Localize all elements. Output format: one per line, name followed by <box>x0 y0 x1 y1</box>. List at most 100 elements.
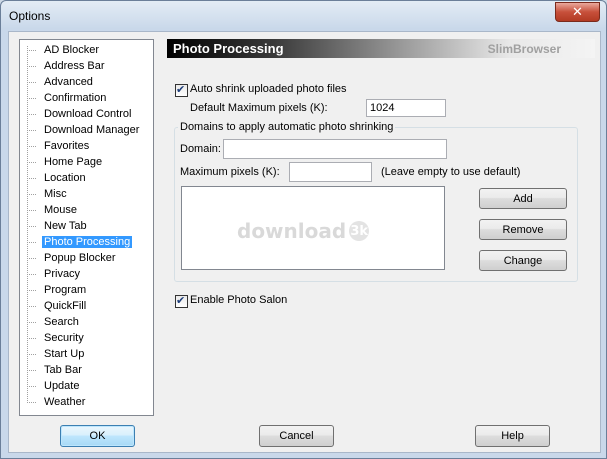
tree-item-download-control[interactable]: Download Control <box>27 106 131 122</box>
tree-connector-line <box>27 306 36 307</box>
auto-shrink-label[interactable]: Auto shrink uploaded photo files <box>190 83 347 95</box>
tree-item-label: Search <box>44 316 79 328</box>
max-pixels-input[interactable] <box>289 162 372 182</box>
tree-item-tab-bar[interactable]: Tab Bar <box>27 362 82 378</box>
tree-connector-line <box>27 210 36 211</box>
tree-item-label: Tab Bar <box>44 364 82 376</box>
tree-item-quickfill[interactable]: QuickFill <box>27 298 86 314</box>
tree-item-weather[interactable]: Weather <box>27 394 85 410</box>
default-max-pixels-label: Default Maximum pixels (K): <box>190 102 328 114</box>
tree-connector-line <box>27 274 36 275</box>
tree-connector-line <box>27 162 36 163</box>
tree-item-favorites[interactable]: Favorites <box>27 138 89 154</box>
tree-item-privacy[interactable]: Privacy <box>27 266 80 282</box>
enable-photo-salon-label[interactable]: Enable Photo Salon <box>190 294 287 306</box>
tree-connector-line <box>27 66 36 67</box>
tree-connector-line <box>27 386 36 387</box>
max-pixels-label: Maximum pixels (K): <box>180 166 280 178</box>
tree-item-label: Start Up <box>44 348 85 360</box>
tree-item-address-bar[interactable]: Address Bar <box>27 58 105 74</box>
tree-connector-line <box>27 194 36 195</box>
tree-connector-line <box>27 242 36 243</box>
watermark-text: download <box>237 219 347 243</box>
tree-item-mouse[interactable]: Mouse <box>27 202 77 218</box>
tree-item-label: Update <box>44 380 80 392</box>
tree-item-ad-blocker[interactable]: AD Blocker <box>27 42 99 58</box>
tree-connector-line <box>27 370 36 371</box>
tree-item-label: Mouse <box>44 204 78 216</box>
tree-connector-line <box>27 50 36 51</box>
tree-item-update[interactable]: Update <box>27 378 79 394</box>
cancel-button[interactable]: Cancel <box>259 425 334 447</box>
panel-title: Photo Processing <box>173 41 284 56</box>
tree-item-label: AD Blocker <box>44 44 100 56</box>
tree-item-label: New Tab <box>44 220 87 232</box>
title-bar[interactable]: Options ✕ <box>1 1 606 31</box>
tree-item-confirmation[interactable]: Confirmation <box>27 90 106 106</box>
tree-item-start-up[interactable]: Start Up <box>27 346 84 362</box>
max-pixels-hint: (Leave empty to use default) <box>381 166 521 178</box>
tree-connector-line <box>27 130 36 131</box>
tree-connector-line <box>27 114 36 115</box>
tree-item-label: Advanced <box>44 76 93 88</box>
help-button[interactable]: Help <box>475 425 550 447</box>
tree-item-label: Popup Blocker <box>44 252 116 264</box>
tree-item-photo-processing[interactable]: Photo Processing <box>27 234 133 250</box>
close-icon: ✕ <box>572 4 583 20</box>
default-max-pixels-input[interactable]: 1024 <box>366 99 446 117</box>
tree-item-program[interactable]: Program <box>27 282 86 298</box>
tree-item-label: Favorites <box>44 140 90 152</box>
download-watermark: download 3k <box>237 219 370 243</box>
tree-item-label: Download Control <box>44 108 132 120</box>
tree-connector-line <box>27 338 36 339</box>
change-button[interactable]: Change <box>479 250 567 271</box>
tree-item-label: Photo Processing <box>42 236 133 248</box>
checkmark-icon: ✔ <box>176 83 186 96</box>
tree-item-new-tab[interactable]: New Tab <box>27 218 87 234</box>
category-tree[interactable]: AD Blocker Address Bar Advanced Confirmatio… <box>19 39 154 416</box>
tree-item-label: Misc <box>44 188 67 200</box>
tree-item-label: Security <box>44 332 84 344</box>
watermark-badge-icon: 3k <box>349 221 370 241</box>
tree-item-popup-blocker[interactable]: Popup Blocker <box>27 250 116 266</box>
tree-connector-line <box>27 226 36 227</box>
tree-connector-line <box>27 322 36 323</box>
tree-connector-line <box>27 354 36 355</box>
tree-item-label: Address Bar <box>44 60 105 72</box>
tree-item-misc[interactable]: Misc <box>27 186 67 202</box>
tree-connector-line <box>27 98 36 99</box>
tree-item-search[interactable]: Search <box>27 314 79 330</box>
ok-button[interactable]: OK <box>60 425 135 447</box>
tree-item-location[interactable]: Location <box>27 170 86 186</box>
tree-item-security[interactable]: Security <box>27 330 84 346</box>
remove-button[interactable]: Remove <box>479 219 567 240</box>
options-window: Options ✕ AD Blocker Address Bar Advanced C… <box>0 0 607 459</box>
tree-item-home-page[interactable]: Home Page <box>27 154 102 170</box>
tree-connector-line <box>27 402 36 403</box>
window-title: Options <box>9 9 51 23</box>
tree-item-label: Home Page <box>44 156 103 168</box>
tree-item-advanced[interactable]: Advanced <box>27 74 93 90</box>
tree-connector-line <box>27 258 36 259</box>
close-button[interactable]: ✕ <box>555 2 600 22</box>
domain-label: Domain: <box>180 143 221 155</box>
tree-item-label: Weather <box>44 396 86 408</box>
tree-connector-line <box>27 290 36 291</box>
domain-input[interactable] <box>223 139 447 159</box>
tree-item-label: Location <box>44 172 86 184</box>
tree-item-label: QuickFill <box>44 300 87 312</box>
tree-connector-line <box>27 82 36 83</box>
tree-item-label: Confirmation <box>44 92 107 104</box>
add-button[interactable]: Add <box>479 188 567 209</box>
domains-listbox[interactable]: download 3k <box>181 186 445 270</box>
tree-connector-line <box>27 46 28 403</box>
tree-item-label: Privacy <box>44 268 81 280</box>
brand-label: SlimBrowser <box>487 42 561 56</box>
tree-item-label: Download Manager <box>44 124 140 136</box>
panel-header: Photo Processing SlimBrowser <box>167 39 595 58</box>
enable-photo-salon-checkbox[interactable]: ✔ <box>175 294 188 308</box>
tree-item-download-manager[interactable]: Download Manager <box>27 122 139 138</box>
checkmark-icon: ✔ <box>176 294 186 307</box>
auto-shrink-checkbox[interactable]: ✔ <box>175 83 188 97</box>
tree-item-label: Program <box>44 284 87 296</box>
